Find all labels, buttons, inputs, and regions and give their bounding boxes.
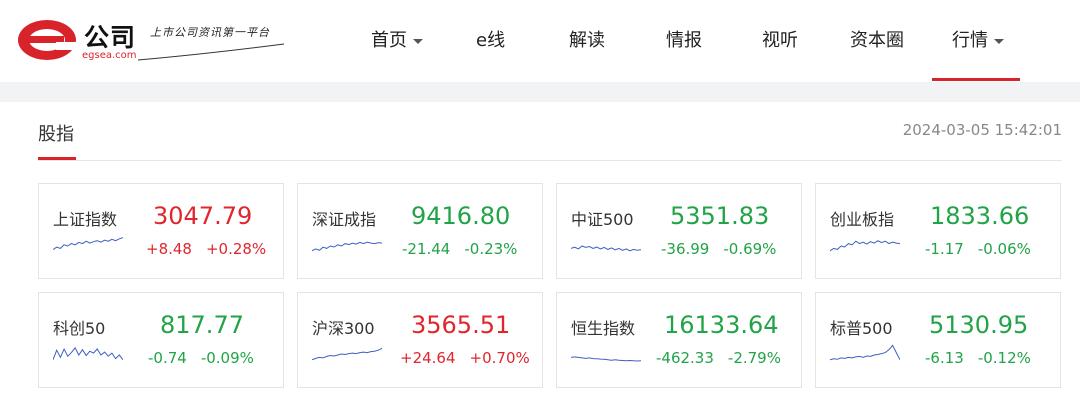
sparkline-chart	[571, 356, 641, 362]
index-card-hsi[interactable]: 恒生指数 16133.64 -462.33 -2.79%	[556, 292, 802, 388]
header-divider-strip	[0, 82, 1080, 102]
index-value: 5351.83	[670, 202, 770, 230]
index-value: 5130.95	[929, 311, 1029, 339]
index-card-star50[interactable]: 科创50 817.77 -0.74 -0.09%	[38, 292, 284, 388]
nav-active-indicator	[932, 78, 1020, 81]
index-change: -0.74 -0.09%	[148, 349, 254, 367]
nav-item-video[interactable]: 视听	[762, 26, 798, 52]
chevron-down-icon	[413, 38, 423, 44]
index-card-chinext[interactable]: 创业板指 1833.66 -1.17 -0.06%	[815, 183, 1061, 279]
nav-item-label: 视听	[762, 30, 798, 51]
index-name: 创业板指	[830, 210, 895, 229]
nav-item-market[interactable]: 行情	[952, 26, 1004, 52]
nav-item-label: 首页	[371, 30, 407, 51]
index-value: 16133.64	[664, 311, 779, 339]
index-card-sp500[interactable]: 标普500 5130.95 -6.13 -0.12%	[815, 292, 1061, 388]
index-name: 恒生指数	[571, 319, 636, 338]
update-timestamp: 2024-03-05 15:42:01	[902, 121, 1062, 139]
nav-item-label: 资本圈	[850, 30, 904, 51]
index-value: 1833.66	[930, 202, 1030, 230]
nav-item-eline[interactable]: e线	[476, 26, 505, 52]
index-name: 科创50	[53, 319, 106, 338]
sparkline-chart	[53, 346, 123, 361]
index-change: -36.99 -0.69%	[661, 240, 777, 258]
index-change: -21.44 -0.23%	[402, 240, 518, 258]
sparkline-chart	[312, 347, 382, 361]
sparkline-chart	[312, 241, 382, 252]
section-title: 股指	[38, 124, 74, 145]
nav-item-label: 情报	[666, 30, 702, 51]
nav-item-label: e线	[476, 30, 506, 51]
nav-item-label: 行情	[952, 30, 988, 51]
section-divider	[38, 160, 1062, 161]
nav-item-label: 解读	[569, 30, 605, 51]
index-name: 沪深300	[312, 319, 375, 338]
index-card-szse[interactable]: 深证成指 9416.80 -21.44 -0.23%	[297, 183, 543, 279]
index-value: 817.77	[160, 311, 244, 339]
index-value: 3047.79	[153, 202, 253, 230]
index-change: +24.64 +0.70%	[400, 349, 530, 367]
index-change: -1.17 -0.06%	[925, 240, 1031, 258]
sparkline-chart	[830, 240, 900, 252]
nav-item-home[interactable]: 首页	[371, 26, 423, 52]
nav-item-capital[interactable]: 资本圈	[850, 26, 904, 52]
nav-item-analysis[interactable]: 解读	[569, 26, 605, 52]
index-name: 上证指数	[53, 210, 118, 229]
index-change: -462.33 -2.79%	[656, 349, 781, 367]
index-name: 标普500	[830, 319, 893, 338]
sparkline-chart	[571, 245, 641, 252]
index-name: 深证成指	[312, 210, 377, 229]
index-card-csi300[interactable]: 沪深300 3565.51 +24.64 +0.70%	[297, 292, 543, 388]
main-nav: 首页 e线 解读 情报 视听 资本圈 行情	[0, 0, 1080, 82]
index-name: 中证500	[571, 210, 634, 229]
index-change: -6.13 -0.12%	[925, 349, 1031, 367]
index-card-sse[interactable]: 上证指数 3047.79 +8.48 +0.28%	[38, 183, 284, 279]
nav-item-intel[interactable]: 情报	[666, 26, 702, 52]
index-value: 3565.51	[411, 311, 511, 339]
site-header: 公司 egsea.com 上市公司资讯第一平台 首页 e线 解读 情报 视听 资…	[0, 0, 1080, 82]
sparkline-chart	[53, 237, 123, 251]
chevron-down-icon	[994, 38, 1004, 44]
index-value: 9416.80	[411, 202, 511, 230]
index-change: +8.48 +0.28%	[146, 240, 267, 258]
sparkline-chart	[830, 344, 900, 361]
index-card-csi500[interactable]: 中证500 5351.83 -36.99 -0.69%	[556, 183, 802, 279]
